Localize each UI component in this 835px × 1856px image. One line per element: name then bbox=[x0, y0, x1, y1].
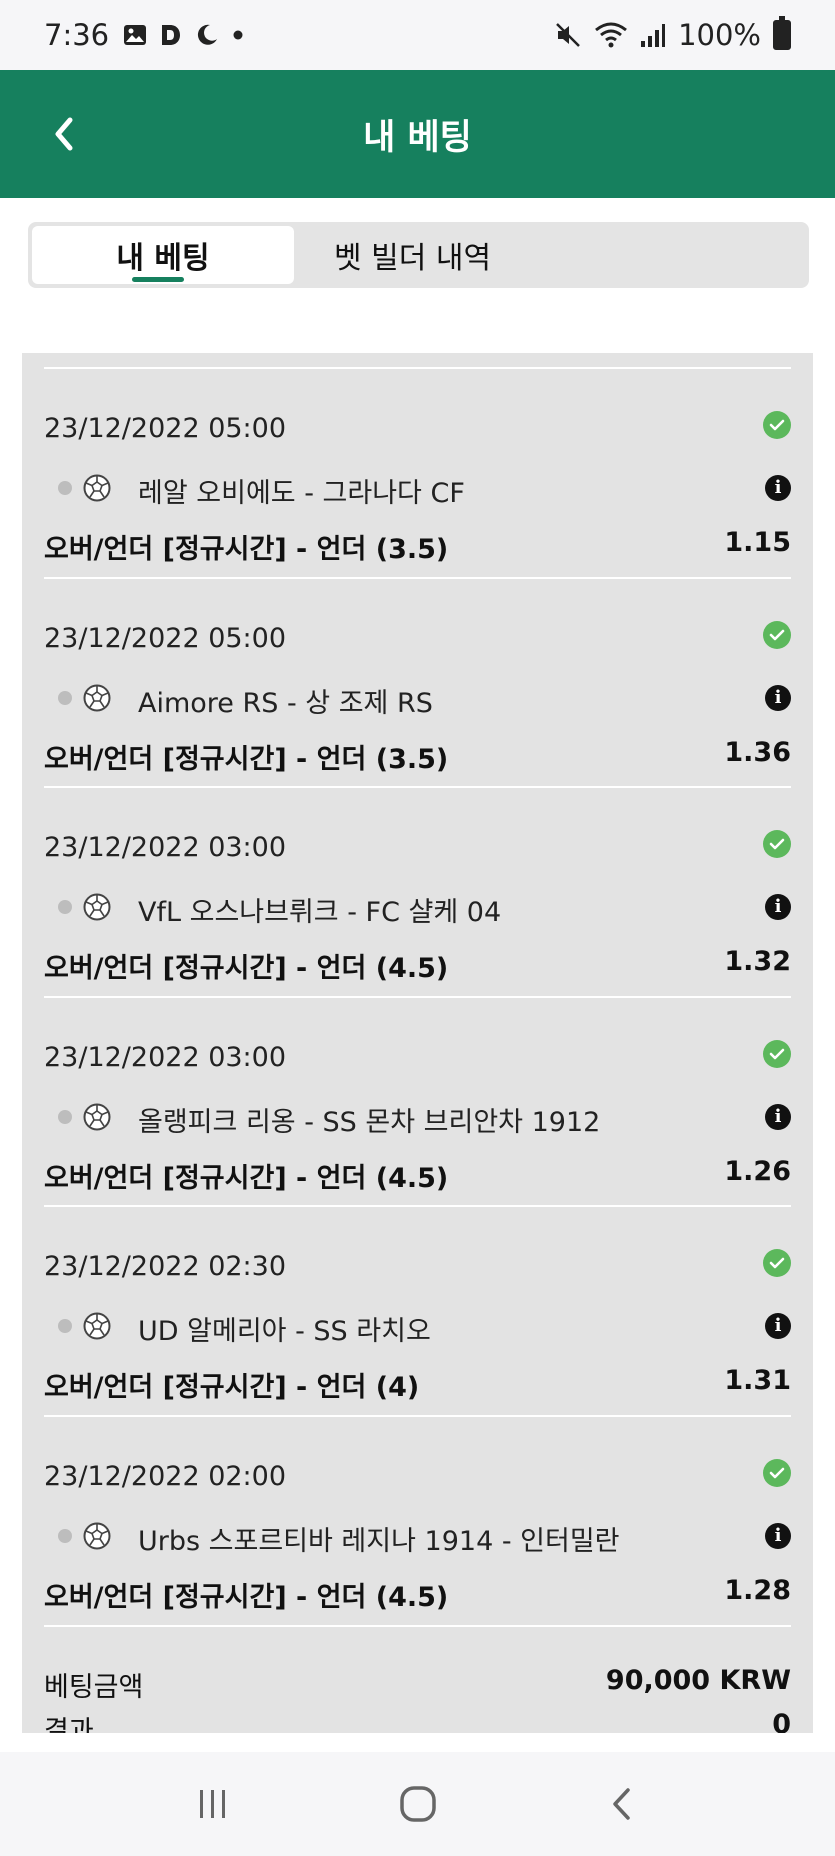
bet-item: 23/12/2022 02:00 Urbs 스포르티바 레지나 1914 - 인… bbox=[44, 1417, 791, 1627]
match-name: Urbs 스포르티바 레지나 1914 - 인터밀란 bbox=[138, 1525, 620, 1557]
divider bbox=[44, 353, 791, 369]
status-bar: 7:36 100% bbox=[0, 0, 835, 70]
home-icon bbox=[399, 1786, 436, 1822]
won-check-icon bbox=[763, 1249, 791, 1278]
moon-icon bbox=[198, 24, 218, 45]
bet-item: 23/12/2022 03:00 VfL 오스나브뤼크 - FC 샬케 04 i… bbox=[44, 788, 791, 998]
match-name: 레알 오비에도 - 그라나다 CF bbox=[138, 478, 465, 509]
bet-date: 23/12/2022 02:00 bbox=[44, 1460, 287, 1492]
system-back-button[interactable] bbox=[593, 1774, 653, 1834]
info-icon[interactable]: i bbox=[765, 475, 791, 501]
status-dot-icon bbox=[58, 1109, 72, 1124]
bet-market: 오버/언더 [정규시간] - 언더 (4) bbox=[44, 1372, 420, 1404]
info-icon[interactable]: i bbox=[765, 1313, 791, 1340]
status-dot-icon bbox=[58, 900, 72, 915]
chevron-left-icon bbox=[55, 117, 73, 151]
recent-apps-icon bbox=[199, 1790, 225, 1818]
won-check-icon bbox=[763, 411, 791, 439]
bet-slip-list[interactable]: 23/12/2022 05:00 레알 오비에도 - 그라나다 CF i 오버/… bbox=[22, 353, 813, 1733]
tab-bar: 내 베팅 벳 빌더 내역 bbox=[28, 222, 809, 288]
bet-market: 오버/언더 [정규시간] - 언더 (4.5) bbox=[44, 1581, 449, 1613]
bet-date: 23/12/2022 03:00 bbox=[44, 832, 287, 864]
bet-odds: 1.36 bbox=[724, 736, 791, 768]
active-tab-indicator bbox=[132, 277, 184, 282]
page-title: 내 베팅 bbox=[363, 117, 472, 158]
bet-odds: 1.26 bbox=[724, 1155, 791, 1187]
status-dot-icon bbox=[58, 690, 72, 705]
system-nav-bar bbox=[0, 1752, 835, 1856]
bet-item: 23/12/2022 03:00 올랭피크 리옹 - SS 몬차 브리안차 19… bbox=[44, 998, 791, 1208]
bet-market: 오버/언더 [정규시간] - 언더 (4.5) bbox=[44, 953, 449, 985]
info-icon[interactable]: i bbox=[765, 1103, 791, 1130]
app-bar: 내 베팅 bbox=[0, 70, 835, 198]
bet-odds: 1.31 bbox=[724, 1365, 791, 1397]
bet-date: 23/12/2022 02:30 bbox=[44, 1251, 287, 1283]
bet-market: 오버/언더 [정규시간] - 언더 (4.5) bbox=[44, 1162, 449, 1194]
soccer-ball-icon bbox=[83, 1312, 111, 1340]
bet-date: 23/12/2022 03:00 bbox=[44, 1041, 287, 1073]
recent-apps-button[interactable] bbox=[183, 1774, 243, 1834]
stake-label: 베팅금액 bbox=[44, 1671, 144, 1703]
tab-my-bets[interactable]: 내 베팅 bbox=[32, 226, 294, 284]
status-dot-icon bbox=[58, 481, 72, 495]
match-name: 올랭피크 리옹 - SS 몬차 브리안차 1912 bbox=[138, 1106, 601, 1138]
info-icon[interactable]: i bbox=[765, 1522, 791, 1549]
bet-item: 23/12/2022 02:30 UD 알메리아 - SS 라치오 i 오버/언… bbox=[44, 1207, 791, 1417]
match-name: UD 알메리아 - SS 라치오 bbox=[138, 1316, 431, 1348]
bet-market: 오버/언더 [정규시간] - 언더 (3.5) bbox=[44, 534, 449, 565]
result-value: 0 bbox=[772, 1708, 791, 1733]
soccer-ball-icon bbox=[83, 893, 111, 921]
status-time: 7:36 bbox=[44, 18, 110, 52]
bet-summary: 베팅금액 90,000 KRW 결과 0 bbox=[44, 1627, 791, 1733]
bet-item: 23/12/2022 05:00 레알 오비에도 - 그라나다 CF i 오버/… bbox=[44, 369, 791, 579]
soccer-ball-icon bbox=[83, 1103, 111, 1131]
info-icon[interactable]: i bbox=[765, 894, 791, 921]
soccer-ball-icon bbox=[83, 1522, 111, 1550]
back-button[interactable] bbox=[46, 114, 86, 154]
notification-dot-icon bbox=[233, 30, 243, 40]
mute-icon bbox=[556, 23, 580, 47]
won-check-icon bbox=[763, 1039, 791, 1068]
gallery-icon bbox=[124, 25, 147, 45]
bet-date: 23/12/2022 05:00 bbox=[44, 622, 287, 654]
battery-icon bbox=[773, 16, 791, 50]
won-check-icon bbox=[763, 830, 791, 859]
tab-label: 벳 빌더 내역 bbox=[334, 241, 492, 276]
status-dot-icon bbox=[58, 1528, 72, 1543]
tab-label: 내 베팅 bbox=[116, 241, 210, 276]
match-name: Aimore RS - 상 조제 RS bbox=[138, 687, 433, 719]
home-button[interactable] bbox=[388, 1774, 448, 1834]
won-check-icon bbox=[763, 1458, 791, 1487]
back-nav-icon bbox=[612, 1788, 630, 1820]
soccer-ball-icon bbox=[83, 474, 111, 502]
won-check-icon bbox=[763, 620, 791, 649]
bet-market: 오버/언더 [정규시간] - 언더 (3.5) bbox=[44, 743, 449, 775]
stake-value: 90,000 KRW bbox=[605, 1664, 791, 1696]
result-label: 결과 bbox=[44, 1715, 94, 1733]
d-app-icon bbox=[162, 25, 181, 45]
match-name: VfL 오스나브뤼크 - FC 샬케 04 bbox=[138, 897, 502, 929]
bet-odds: 1.28 bbox=[724, 1574, 791, 1606]
bet-odds: 1.15 bbox=[724, 527, 791, 558]
bet-item: 23/12/2022 05:00 Aimore RS - 상 조제 RS i 오… bbox=[44, 579, 791, 789]
status-dot-icon bbox=[58, 1319, 72, 1334]
soccer-ball-icon bbox=[83, 684, 111, 712]
signal-icon bbox=[641, 24, 666, 47]
wifi-icon bbox=[595, 22, 628, 48]
info-icon[interactable]: i bbox=[765, 684, 791, 711]
bet-odds: 1.32 bbox=[724, 946, 791, 978]
battery-percent: 100% bbox=[678, 18, 761, 52]
bet-date: 23/12/2022 05:00 bbox=[44, 413, 287, 444]
tab-bet-builder-history[interactable]: 벳 빌더 내역 bbox=[294, 226, 805, 284]
